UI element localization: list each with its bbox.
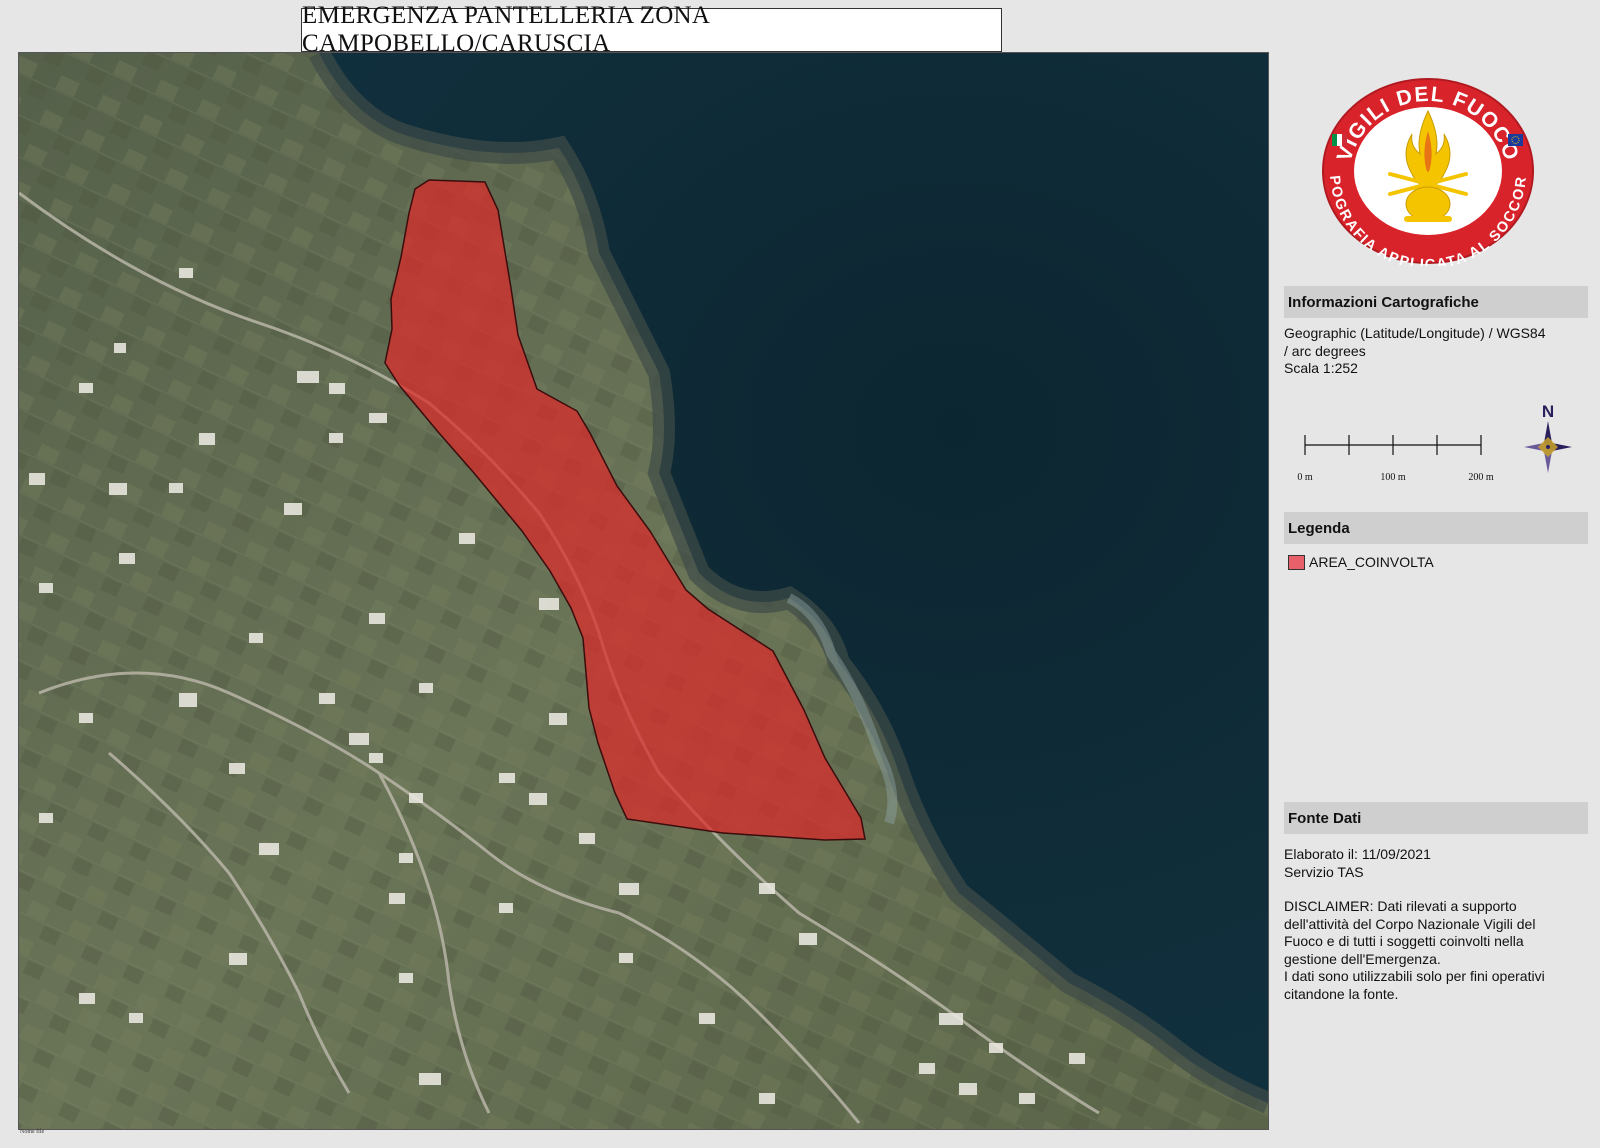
- service-name: Servizio TAS: [1284, 863, 1364, 880]
- disclaimer-line-4: gestione dell'Emergenza.: [1284, 950, 1441, 967]
- disclaimer-line-3: Fuoco e di tutti i soggetti coinvolti ne…: [1284, 933, 1524, 949]
- map-title: EMERGENZA PANTELLERIA ZONA CAMPOBELLO/CA…: [301, 2, 1002, 57]
- legend-swatch: [1288, 554, 1305, 570]
- scale-bar: 0 m 100 m 200 m: [1295, 426, 1510, 486]
- cartographic-info-header: Informazioni Cartografiche: [1284, 286, 1588, 318]
- north-label: N: [1542, 402, 1554, 421]
- cartographic-info-section: Informazioni Cartografiche Geographic (L…: [1284, 286, 1588, 378]
- projection-line-2: / arc degrees: [1284, 342, 1366, 359]
- footer-filename: Nome file: [20, 1129, 45, 1135]
- scale-text: Scala 1:252: [1284, 360, 1358, 376]
- scale-label-200: 200 m: [1468, 472, 1494, 483]
- disclaimer-line-5: I dati sono utilizzabili solo per fini o…: [1284, 968, 1545, 984]
- compass-rose-icon: [1524, 421, 1572, 473]
- data-source-header: Fonte Dati: [1284, 802, 1588, 834]
- scale-label-100: 100 m: [1380, 472, 1406, 483]
- map-canvas[interactable]: [19, 53, 1268, 1129]
- legend-item-area-coinvolta[interactable]: AREA_COINVOLTA: [1288, 554, 1588, 570]
- north-arrow: N: [1522, 400, 1574, 476]
- vigili-del-fuoco-logo: VIGILI DEL FUOCO TOPOGRAFIA APPLICATA AL…: [1314, 74, 1536, 273]
- disclaimer-line-6: citandone la fonte.: [1284, 985, 1399, 1002]
- italy-flag-icon: [1332, 134, 1347, 146]
- projection-line-1: Geographic (Latitude/Longitude) / WGS84: [1284, 325, 1546, 341]
- legend-header: Legenda: [1284, 512, 1588, 544]
- disclaimer-line-2: dell'attività del Corpo Nazionale Vigili…: [1284, 915, 1536, 932]
- disclaimer-line-1: DISCLAIMER: Dati rilevati a supporto: [1284, 898, 1517, 914]
- scale-label-0: 0 m: [1297, 472, 1313, 483]
- legend-label: AREA_COINVOLTA: [1309, 554, 1434, 570]
- satellite-map[interactable]: [18, 52, 1269, 1130]
- legend-section: Legenda AREA_COINVOLTA: [1284, 512, 1588, 570]
- data-source-section: Fonte Dati Elaborato il: 11/09/2021 Serv…: [1284, 802, 1588, 1003]
- eu-flag-icon: [1508, 134, 1523, 146]
- elaborated-date: Elaborato il: 11/09/2021: [1284, 846, 1431, 862]
